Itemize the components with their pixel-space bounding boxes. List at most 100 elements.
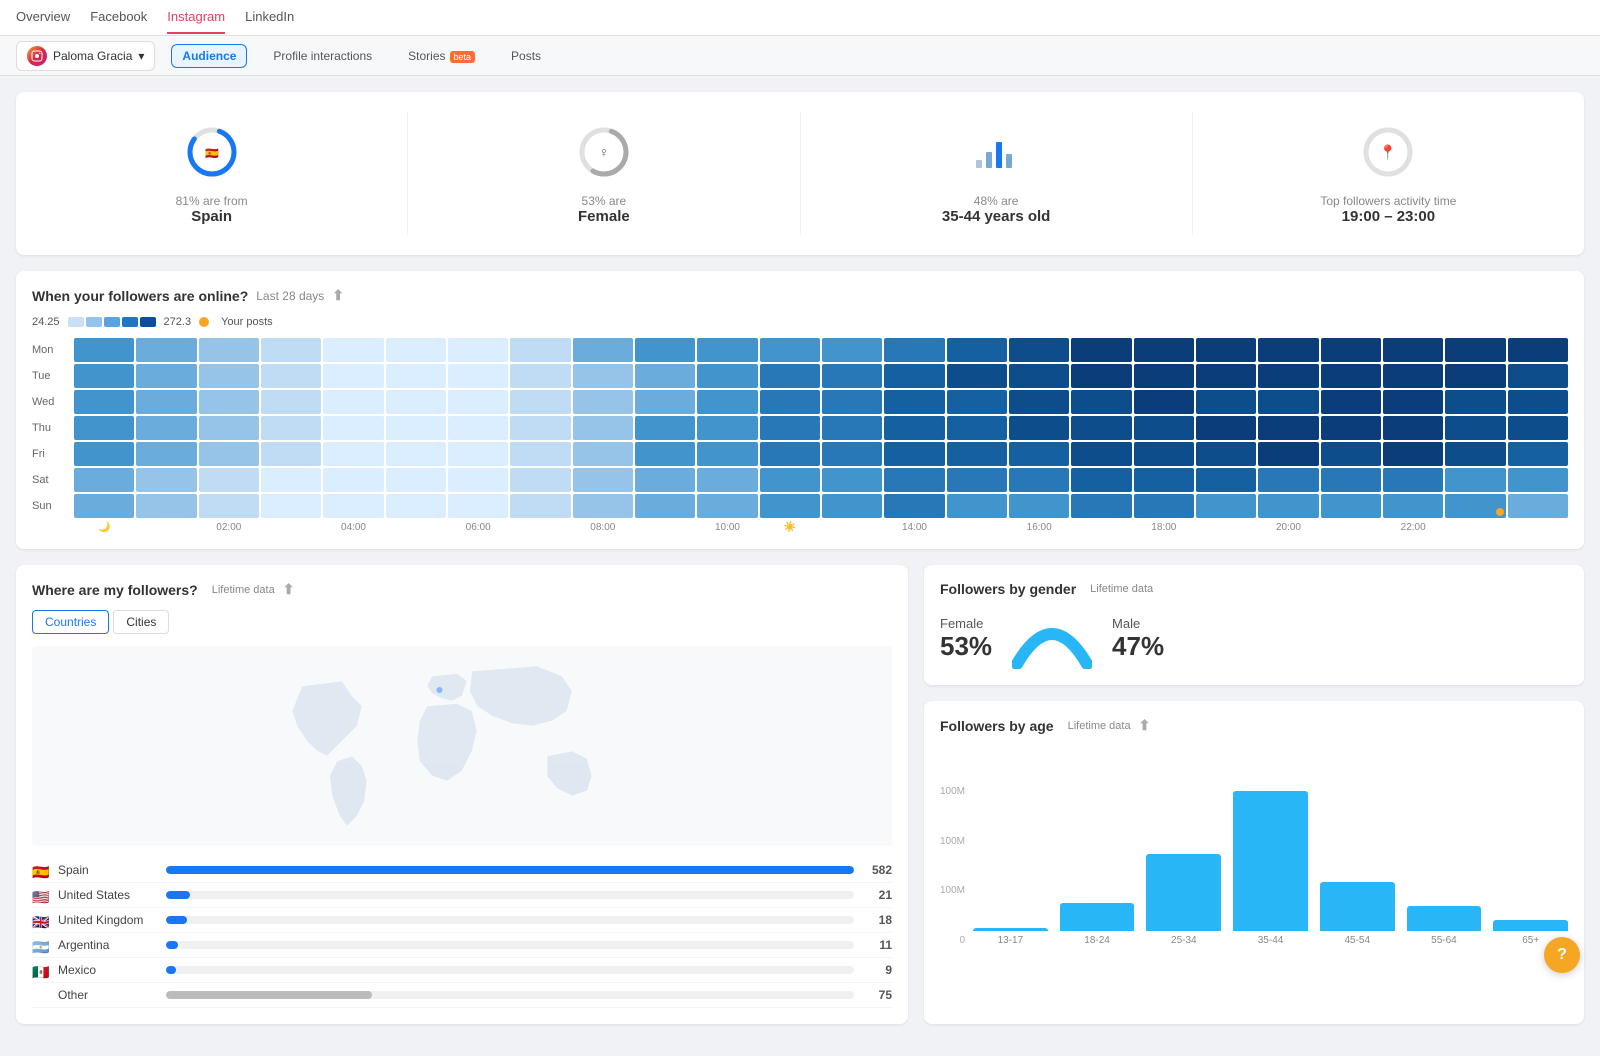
- heatmap-cell: [635, 338, 695, 362]
- help-button[interactable]: ?: [1544, 937, 1580, 973]
- heatmap-cell: [947, 364, 1007, 388]
- heatmap-cell: [1009, 390, 1069, 414]
- country-count: 21: [862, 888, 892, 902]
- nav-overview[interactable]: Overview: [16, 1, 70, 34]
- location-value: Spain: [191, 208, 232, 225]
- heatmap-cell: [199, 416, 259, 440]
- country-row: 🇬🇧United Kingdom18: [32, 908, 892, 933]
- heatmap-cell: [386, 364, 446, 388]
- gender-title: Followers by gender Lifetime data: [940, 581, 1568, 597]
- heatmap-cell: [386, 468, 446, 492]
- heatmap-cell: [510, 338, 570, 362]
- heatmap-cell: [386, 416, 446, 440]
- heatmap-cell: [1445, 390, 1505, 414]
- tab-posts[interactable]: Posts: [501, 45, 551, 67]
- heatmap-cell: [1258, 494, 1318, 518]
- heatmap-cell: [1508, 390, 1568, 414]
- heatmap-cell: [448, 442, 508, 466]
- heatmap-day-label: Sun: [32, 494, 72, 518]
- heatmap-time-label: [136, 522, 196, 533]
- heatmap-cell: [760, 364, 820, 388]
- age-card: Followers by age Lifetime data ⬆ 100M 10…: [924, 701, 1584, 1024]
- heatmap-cell: [760, 468, 820, 492]
- main-content: 🇪🇸 81% are from Spain ♀ 53% are Female: [0, 76, 1600, 1056]
- heatmap-cell: [323, 468, 383, 492]
- heatmap-cell: [760, 442, 820, 466]
- age-export-icon[interactable]: ⬆: [1139, 717, 1151, 734]
- age-title: Followers by age Lifetime data ⬆: [940, 717, 1568, 734]
- nav-facebook[interactable]: Facebook: [90, 1, 147, 34]
- country-name: United States: [58, 888, 158, 902]
- age-label: 45-54: [1344, 935, 1370, 946]
- heatmap-cell: [1383, 442, 1443, 466]
- heatmap-cell: [323, 338, 383, 362]
- age-bar: [1407, 906, 1482, 931]
- heatmap-cell: [1134, 338, 1194, 362]
- heatmap-cell: [1134, 364, 1194, 388]
- heatmap-cell: [1009, 364, 1069, 388]
- heatmap-time-label: 06:00: [448, 522, 508, 533]
- heatmap-cell: [1258, 338, 1318, 362]
- heatmap-cell: [136, 416, 196, 440]
- heatmap-cell: [74, 390, 134, 414]
- heatmap-grid: MonTueWedThuFriSatSun🌙02:0004:0006:0008:…: [32, 338, 1568, 533]
- account-selector[interactable]: Paloma Gracia ▾: [16, 41, 155, 71]
- age-bar-col: 35-44: [1233, 786, 1308, 946]
- heatmap-cell: [1196, 390, 1256, 414]
- svg-text:🇪🇸: 🇪🇸: [205, 147, 219, 160]
- export-icon[interactable]: ⬆: [332, 287, 344, 304]
- heatmap-cell: [74, 416, 134, 440]
- heatmap-cell: [386, 494, 446, 518]
- heatmap-time-label: [1321, 522, 1381, 533]
- tab-countries[interactable]: Countries: [32, 610, 109, 634]
- nav-instagram[interactable]: Instagram: [167, 1, 225, 34]
- heatmap-cell: [822, 364, 882, 388]
- location-circle: 🇪🇸: [182, 122, 242, 182]
- heatmap-cell: [1196, 364, 1256, 388]
- heatmap-cell: [1445, 468, 1505, 492]
- nav-linkedin[interactable]: LinkedIn: [245, 1, 294, 34]
- gender-card: Followers by gender Lifetime data Female…: [924, 565, 1584, 685]
- country-count: 582: [862, 863, 892, 877]
- sub-nav: Paloma Gracia ▾ Audience Profile interac…: [0, 36, 1600, 76]
- heatmap-cell: [760, 416, 820, 440]
- heatmap-cell: [1321, 416, 1381, 440]
- heatmap-cell: [1196, 416, 1256, 440]
- heatmap-cell: [884, 416, 944, 440]
- followers-export-icon[interactable]: ⬆: [283, 581, 295, 598]
- heatmap-time-label: [822, 522, 882, 533]
- heatmap-cell: [822, 442, 882, 466]
- heatmap-cell: [573, 468, 633, 492]
- heatmap-legend: 24.25 272.3 Your posts: [32, 316, 1568, 328]
- heatmap-cell: [1445, 442, 1505, 466]
- heatmap-cell: [323, 390, 383, 414]
- account-name: Paloma Gracia: [53, 49, 132, 63]
- country-count: 11: [862, 938, 892, 952]
- age-bar-col: 13-17: [973, 786, 1048, 946]
- tab-audience[interactable]: Audience: [171, 44, 247, 68]
- tab-cities[interactable]: Cities: [113, 610, 169, 634]
- tab-stories[interactable]: Storiesbeta: [398, 45, 485, 67]
- heatmap-cell: [1071, 468, 1131, 492]
- heatmap-cell: [1445, 416, 1505, 440]
- heatmap-cell: [1321, 442, 1381, 466]
- account-icon: [27, 46, 47, 66]
- gender-label: 53% are: [582, 194, 627, 208]
- heatmap-cell: [1009, 494, 1069, 518]
- heatmap-cell: [261, 390, 321, 414]
- heatmap-cell: [448, 390, 508, 414]
- heatmap-cell: [573, 416, 633, 440]
- heatmap-cell: [884, 338, 944, 362]
- country-name: United Kingdom: [58, 913, 158, 927]
- tab-profile-interactions[interactable]: Profile interactions: [263, 45, 382, 67]
- activity-value: 19:00 – 23:00: [1342, 208, 1435, 225]
- age-y-100m-mid: 100M: [940, 836, 965, 847]
- heatmap-day-label: Sat: [32, 468, 72, 492]
- age-label: 25-34: [1171, 935, 1197, 946]
- heatmap-cell: [697, 416, 757, 440]
- heatmap-cell: [1134, 416, 1194, 440]
- heatmap-cell: [822, 338, 882, 362]
- heatmap-cell: [1258, 468, 1318, 492]
- summary-row: 🇪🇸 81% are from Spain ♀ 53% are Female: [16, 92, 1584, 255]
- heatmap-cell: [323, 416, 383, 440]
